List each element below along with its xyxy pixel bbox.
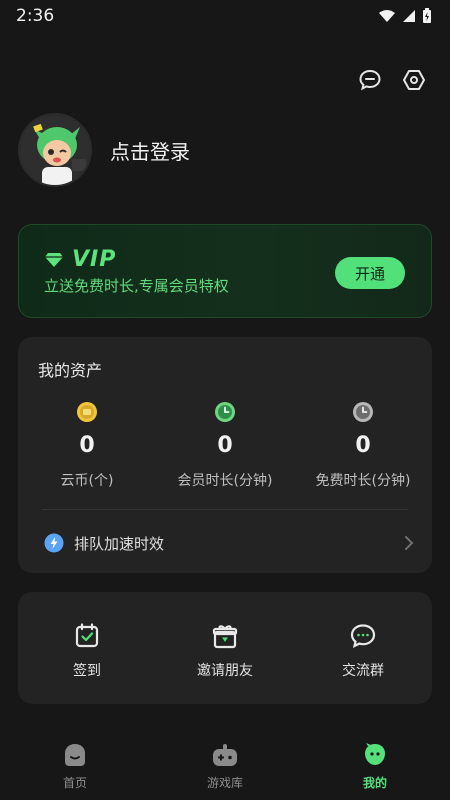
diamond-icon <box>45 252 63 267</box>
vip-open-button[interactable]: 开通 <box>335 257 405 289</box>
nav-label: 首页 <box>62 776 87 790</box>
header-actions <box>356 66 428 94</box>
settings-button[interactable] <box>400 66 428 94</box>
assets-title: 我的资产 <box>38 361 103 380</box>
profile-section[interactable]: 点击登录 <box>18 113 190 187</box>
coin-icon <box>77 402 97 422</box>
community-group-button[interactable]: 交流群 <box>294 592 432 704</box>
messages-button[interactable] <box>356 66 384 94</box>
nav-label: 我的 <box>362 776 387 790</box>
quick-actions-card: 签到 邀请朋友 交流群 <box>18 592 432 704</box>
gamepad-icon <box>213 744 237 766</box>
asset-vip-time[interactable]: 0 会员时长(分钟) <box>156 401 294 490</box>
asset-value: 0 <box>217 433 233 458</box>
wifi-icon <box>379 10 395 22</box>
lightning-icon <box>44 533 64 553</box>
mascot-avatar-icon <box>20 115 90 185</box>
action-label: 签到 <box>73 663 101 679</box>
calendar-check-icon <box>75 623 99 648</box>
chevron-right-icon <box>405 536 414 550</box>
vip-card[interactable]: VIP 立送免费时长,专属会员特权 开通 <box>18 224 432 318</box>
home-icon <box>65 744 85 766</box>
status-bar: 2:36 <box>0 0 450 32</box>
asset-label: 免费时长(分钟) <box>315 473 411 489</box>
asset-label: 云币(个) <box>60 473 114 489</box>
asset-value: 0 <box>355 433 371 458</box>
asset-value: 0 <box>79 433 95 458</box>
asset-coins[interactable]: 0 云币(个) <box>18 401 156 490</box>
avatar[interactable] <box>18 113 92 187</box>
assets-card: 我的资产 0 云币(个) 0 会员时长(分钟) 0 免费时长(分钟) 排队加速时… <box>18 337 432 573</box>
green-clock-icon <box>215 402 235 422</box>
chat-bubble-icon <box>359 69 381 91</box>
signal-icon <box>403 10 415 22</box>
invite-friends-button[interactable]: 邀请朋友 <box>156 592 294 704</box>
nav-game-library[interactable]: 游戏库 <box>150 732 300 800</box>
divider <box>42 509 408 510</box>
bottom-nav: 首页 游戏库 我的 <box>0 732 450 800</box>
action-label: 邀请朋友 <box>197 663 253 679</box>
nav-label: 游戏库 <box>206 776 243 790</box>
queue-boost-label: 排队加速时效 <box>74 534 165 553</box>
battery-icon <box>423 8 431 23</box>
vip-subtitle: 立送免费时长,专属会员特权 <box>44 277 229 295</box>
vip-title-row: VIP <box>44 247 116 272</box>
asset-label: 会员时长(分钟) <box>177 473 273 489</box>
profile-face-icon <box>365 743 385 765</box>
gift-icon <box>212 625 238 649</box>
checkin-button[interactable]: 签到 <box>18 592 156 704</box>
vip-title: VIP <box>72 247 117 272</box>
queue-boost-row[interactable]: 排队加速时效 <box>18 521 432 565</box>
gray-clock-icon <box>353 402 373 422</box>
action-label: 交流群 <box>342 663 384 679</box>
status-icons <box>378 8 432 24</box>
nav-home[interactable]: 首页 <box>0 732 150 800</box>
login-prompt[interactable]: 点击登录 <box>110 136 190 165</box>
nav-mine[interactable]: 我的 <box>300 732 450 800</box>
status-time: 2:36 <box>16 6 55 26</box>
asset-free-time[interactable]: 0 免费时长(分钟) <box>294 401 432 490</box>
chat-group-icon <box>350 624 376 649</box>
gear-hexagon-icon <box>403 70 425 90</box>
